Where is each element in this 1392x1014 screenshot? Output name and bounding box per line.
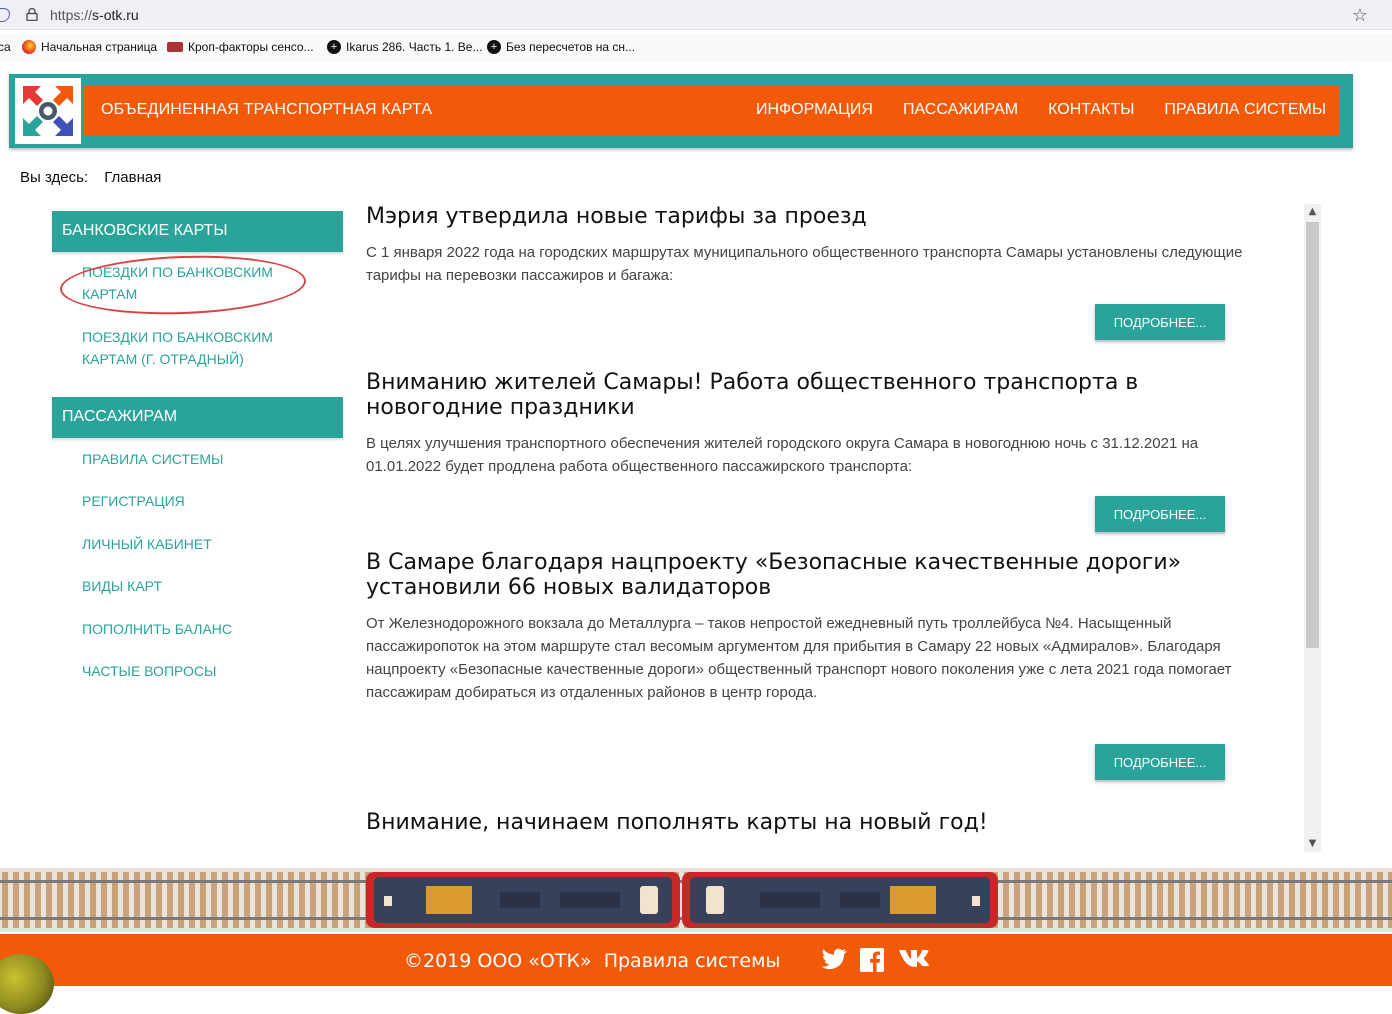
- nav-contacts[interactable]: КОНТАКТЫ: [1048, 101, 1134, 119]
- bookmark-star-icon[interactable]: ☆: [1352, 5, 1368, 26]
- scroll-up-arrow-icon[interactable]: ▲: [1304, 204, 1321, 220]
- news-article: В Самаре благодаря нацпроекту «Безопасны…: [366, 550, 1266, 704]
- sidebar-item-card-types[interactable]: ВИДЫ КАРТ: [82, 575, 162, 597]
- site-title[interactable]: ОБЪЕДИНЕННАЯ ТРАНСПОРТНАЯ КАРТА: [101, 101, 432, 119]
- read-more-button[interactable]: ПОДРОБНЕЕ...: [1095, 304, 1225, 340]
- bookmark-item[interactable]: + Ikarus 286. Часть 1. Ве...: [327, 40, 482, 54]
- browser-url-bar[interactable]: https://s-otk.ru ☆: [0, 0, 1392, 30]
- bookmark-item[interactable]: Кроп-факторы сенсо...: [167, 40, 314, 54]
- logo-arrows-icon: [23, 86, 73, 136]
- bookmark-item[interactable]: Начальная страница: [22, 40, 157, 54]
- news-article: Внимание, начинаем пополнять карты на но…: [366, 810, 1266, 835]
- news-list[interactable]: Мэрия утвердила новые тарифы за проезд С…: [366, 200, 1296, 852]
- otk-logo[interactable]: [15, 78, 81, 144]
- article-excerpt: В целях улучшения транспортного обеспече…: [366, 435, 1199, 475]
- vk-icon[interactable]: [899, 948, 931, 973]
- read-more-button[interactable]: ПОДРОБНЕЕ...: [1095, 744, 1225, 780]
- nav-system-rules[interactable]: ПРАВИЛА СИСТЕМЫ: [1164, 101, 1326, 119]
- breadcrumb: Вы здесь: Главная: [20, 169, 161, 186]
- breadcrumb-current[interactable]: Главная: [104, 169, 161, 186]
- sidebar-item-personal-account[interactable]: ЛИЧНЫЙ КАБИНЕТ: [82, 533, 212, 555]
- breadcrumb-label: Вы здесь:: [20, 169, 89, 186]
- tracking-shield-icon[interactable]: [0, 8, 10, 22]
- camera-icon: [167, 42, 183, 52]
- header-bar: ОБЪЕДИНЕННАЯ ТРАНСПОРТНАЯ КАРТА ИНФОРМАЦ…: [83, 86, 1340, 136]
- nav-info[interactable]: ИНФОРМАЦИЯ: [756, 101, 873, 119]
- tram-car-left: [366, 872, 680, 928]
- nav-passengers[interactable]: ПАССАЖИРАМ: [903, 101, 1018, 119]
- sidebar-item-registration[interactable]: РЕГИСТРАЦИЯ: [82, 490, 185, 512]
- sidebar-item-top-up-balance[interactable]: ПОПОЛНИТЬ БАЛАНС: [82, 618, 232, 640]
- article-title[interactable]: Внимание, начинаем пополнять карты на но…: [366, 810, 1266, 835]
- read-more-button[interactable]: ПОДРОБНЕЕ...: [1095, 496, 1225, 532]
- article-title[interactable]: Вниманию жителей Самары! Работа обществе…: [366, 370, 1266, 420]
- scroll-down-arrow-icon[interactable]: ▼: [1304, 836, 1321, 852]
- news-article: Мэрия утвердила новые тарифы за проезд С…: [366, 204, 1266, 287]
- bookmark-item[interactable]: са: [0, 40, 11, 54]
- footer-copyright: ©2019 ООО «ОТК» Правила системы: [404, 950, 781, 972]
- sidebar-item-system-rules[interactable]: ПРАВИЛА СИСТЕМЫ: [82, 448, 223, 470]
- article-title[interactable]: Мэрия утвердила новые тарифы за проезд: [366, 204, 1266, 229]
- sidebar-heading-bank-cards: БАНКОВСКИЕ КАРТЫ: [52, 211, 343, 252]
- sidebar-item-faq[interactable]: ЧАСТЫЕ ВОПРОСЫ: [82, 660, 216, 682]
- plus-circle-icon: +: [487, 40, 501, 54]
- url-text[interactable]: https://s-otk.ru: [50, 7, 139, 23]
- sidebar-item-bank-card-trips-otradny[interactable]: ПОЕЗДКИ ПО БАНКОВСКИМ КАРТАМ (Г. ОТРАДНЫ…: [82, 326, 312, 370]
- footer-rules-link[interactable]: Правила системы: [604, 950, 781, 972]
- article-title[interactable]: В Самаре благодаря нацпроекту «Безопасны…: [366, 550, 1266, 600]
- news-article: Вниманию жителей Самары! Работа обществе…: [366, 370, 1266, 478]
- article-excerpt: С 1 января 2022 года на городских маршру…: [366, 244, 1243, 284]
- sidebar-heading-passengers: ПАССАЖИРАМ: [52, 397, 343, 438]
- plus-circle-icon: +: [327, 40, 341, 54]
- twitter-icon[interactable]: [821, 948, 847, 975]
- article-excerpt: От Железнодорожного вокзала до Металлург…: [366, 615, 1232, 701]
- railway-tram-illustration: [0, 868, 1392, 932]
- main-nav: ИНФОРМАЦИЯ ПАССАЖИРАМ КОНТАКТЫ ПРАВИЛА С…: [756, 101, 1326, 119]
- scroll-thumb[interactable]: [1306, 222, 1319, 648]
- lock-icon[interactable]: [26, 8, 38, 21]
- bookmarks-bar: са Начальная страница Кроп-факторы сенсо…: [0, 34, 1392, 62]
- bookmark-item[interactable]: + Без пересчетов на сн...: [487, 40, 635, 54]
- facebook-icon[interactable]: [860, 948, 884, 977]
- site-footer: ©2019 ООО «ОТК» Правила системы: [0, 934, 1392, 986]
- content-scrollbar[interactable]: ▲ ▼: [1304, 204, 1321, 852]
- tram-car-right: [682, 872, 998, 928]
- site-header: ОБЪЕДИНЕННАЯ ТРАНСПОРТНАЯ КАРТА ИНФОРМАЦ…: [9, 74, 1353, 148]
- firefox-icon: [22, 40, 36, 54]
